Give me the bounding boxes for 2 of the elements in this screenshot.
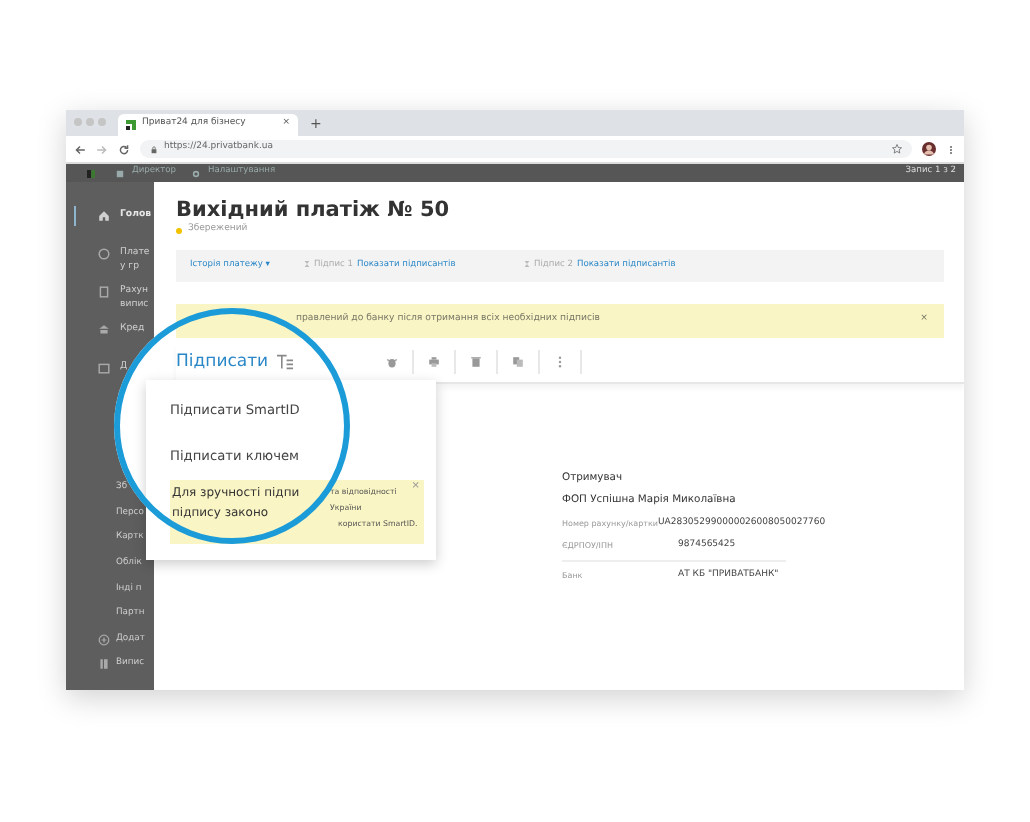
sign-button[interactable]: Підписати: [176, 349, 269, 376]
document-title: Вихідний платіж № 50: [176, 198, 452, 223]
